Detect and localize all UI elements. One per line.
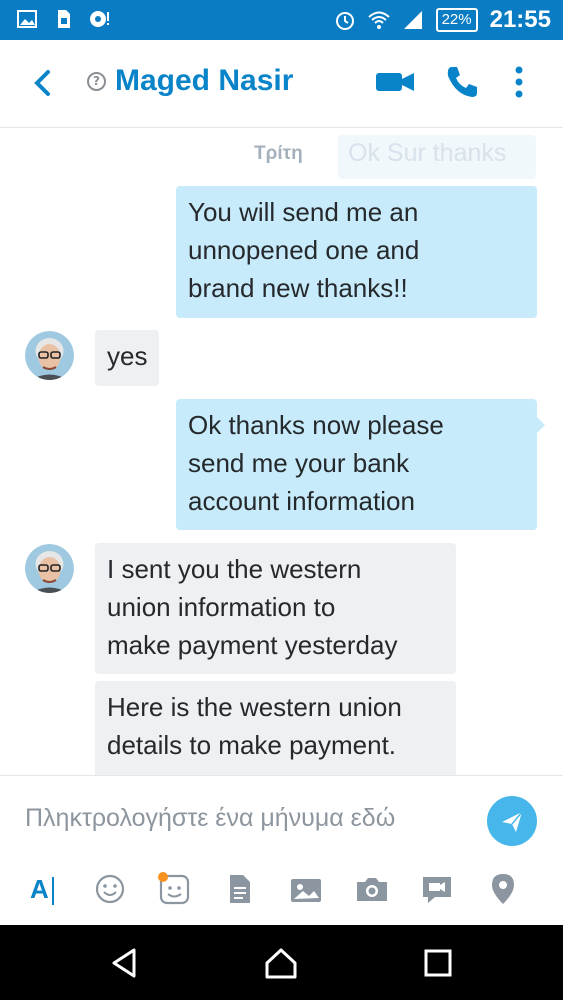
phone-call-icon[interactable]	[444, 64, 480, 100]
conversation-header: ? Maged Nasir	[0, 40, 563, 128]
system-navigation-bar	[0, 925, 563, 1000]
signal-icon	[403, 11, 422, 29]
message-composer: Πληκτρολογήστε ένα μήνυμα εδώ A	[0, 775, 563, 925]
send-button[interactable]	[487, 796, 537, 846]
camera-icon[interactable]	[354, 871, 390, 907]
contact-name[interactable]: Maged Nasir	[115, 64, 293, 98]
incoming-message[interactable]: yes	[95, 330, 159, 386]
message-input[interactable]: Πληκτρολογήστε ένα μήνυμα εδώ	[25, 804, 475, 833]
incoming-message[interactable]: I sent you the western union information…	[95, 543, 456, 674]
faded-message: Ok Sur thanks	[338, 135, 536, 179]
video-call-icon[interactable]	[374, 64, 416, 100]
location-icon[interactable]	[485, 871, 521, 907]
back-icon[interactable]	[28, 66, 58, 100]
sim-icon	[58, 10, 70, 28]
battery-indicator: 22%	[435, 8, 478, 32]
nav-recents-icon[interactable]	[420, 945, 456, 981]
sync-icon	[90, 11, 109, 27]
status-time: 21:55	[489, 6, 551, 33]
date-label: Τρίτη	[254, 143, 303, 164]
wifi-icon	[367, 11, 390, 29]
text-format-icon[interactable]: A	[30, 871, 66, 907]
emoji-icon[interactable]	[92, 871, 128, 907]
video-message-icon[interactable]	[419, 871, 455, 907]
send-icon	[502, 811, 523, 832]
outgoing-message[interactable]: You will send me an unnopened one and br…	[176, 186, 537, 318]
message-list[interactable]: Τρίτη Ok Sur thanks You will send me an …	[0, 129, 563, 775]
status-bar: 22% 21:55	[0, 0, 563, 40]
moji-icon[interactable]	[156, 871, 192, 907]
nav-back-icon[interactable]	[106, 945, 142, 981]
contact-avatar[interactable]	[25, 544, 74, 593]
text-format-label: A	[30, 874, 49, 904]
media-icon[interactable]	[288, 871, 324, 907]
more-vertical-icon[interactable]	[508, 64, 530, 100]
nav-home-icon[interactable]	[263, 945, 299, 981]
presence-status-icon: ?	[87, 72, 106, 91]
image-icon	[17, 10, 37, 28]
file-icon[interactable]	[222, 871, 258, 907]
contact-avatar[interactable]	[25, 331, 74, 380]
incoming-message[interactable]: Here is the western union details to mak…	[95, 681, 456, 775]
outgoing-message[interactable]: Ok thanks now please send me your bank a…	[176, 399, 545, 530]
alarm-icon	[335, 12, 354, 30]
composer-toolbar: A	[0, 871, 563, 915]
